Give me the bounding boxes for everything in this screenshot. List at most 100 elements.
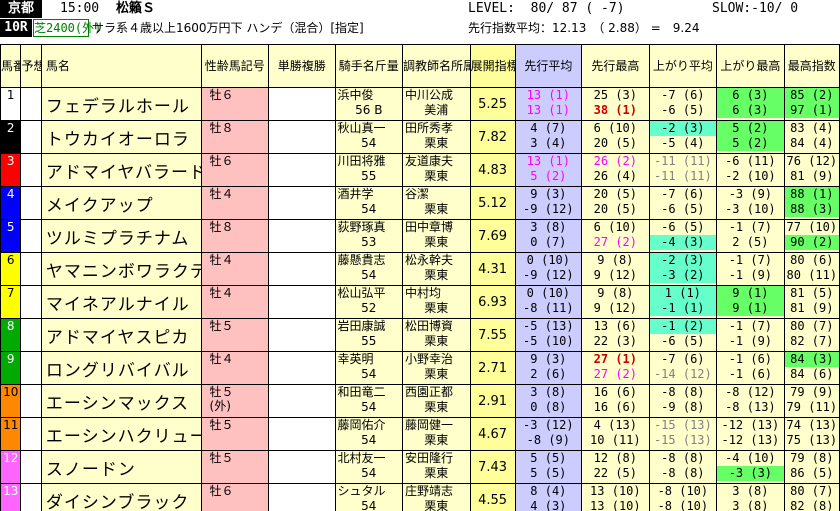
agari-max-1: -3 (9)	[728, 187, 773, 202]
horse-number: 10	[0, 384, 22, 418]
jockey-cell[interactable]: 川田将雅 55	[334, 153, 404, 187]
jockey-cell[interactable]: 松山弘平 52	[334, 285, 404, 319]
sex-age-value: 牡５	[209, 451, 234, 466]
horse-name[interactable]: スノードン	[40, 450, 202, 484]
venue-badge: 京都	[0, 0, 42, 18]
prediction-mark[interactable]	[20, 186, 42, 220]
jockey-cell[interactable]: 藤懸貴志 54	[334, 252, 404, 286]
table-row[interactable]: 12 スノードン 牡５ 北村友一 54 安田隆行 栗東 7.43 5 (5) 5 (5) 12 (8…	[0, 450, 840, 484]
header-line-1: 京都 15:00 松籟Ｓ LEVEL: 80/ 87 ( -7) SLOW:-1…	[0, 0, 840, 18]
horse-name[interactable]: ツルミプラチナム	[40, 219, 202, 253]
senko-avg: -3 (12) -8 (9)	[514, 417, 583, 451]
prediction-mark[interactable]	[20, 450, 42, 484]
prediction-mark[interactable]	[20, 483, 42, 511]
jockey-cell[interactable]: 浜中俊 56 B	[334, 87, 404, 121]
prediction-mark[interactable]	[20, 120, 42, 154]
prediction-mark[interactable]	[20, 219, 42, 253]
horse-name[interactable]: トウカイオーロラ	[40, 120, 202, 154]
max-index-2: 84 (4)	[790, 136, 834, 150]
jockey-cell[interactable]: 北村友一 54	[334, 450, 404, 484]
jockey-cell[interactable]: 酒井学 54	[334, 186, 404, 220]
header-line-2: 10R 芝2400(外) サラ系４歳以上1600万円下 ハンデ（混合）[指定] …	[0, 19, 840, 37]
jockey-name: 藤岡佑介	[337, 418, 386, 433]
trainer-cell[interactable]: 松田博資 栗東	[402, 318, 471, 352]
trainer-cell[interactable]: 庄野靖志 栗東	[402, 483, 471, 511]
agari-avg-1: -8 (8)	[661, 451, 705, 466]
prediction-mark[interactable]	[20, 285, 42, 319]
trainer-cell[interactable]: 中川公成 美浦	[402, 87, 471, 121]
table-row[interactable]: 7 マイネアルナイル 牡４ 松山弘平 52 中村均 栗東 6.93 0 (10) -8 (11) 9…	[0, 285, 840, 319]
horse-name[interactable]: アドマイヤバラード	[40, 153, 202, 187]
senko-max-1: 27 (1)	[593, 352, 638, 367]
max-index-1: 80 (7)	[790, 484, 834, 499]
table-row[interactable]: 11 エーシンハクリュー 牡５ 藤岡佑介 54 藤岡健一 栗東 4.67 -3 (12) -8 (…	[0, 417, 840, 451]
horse-name[interactable]: マイネアルナイル	[40, 285, 202, 319]
table-row[interactable]: 2 トウカイオーロラ 牡８ 秋山真一 54 田所秀孝 栗東 7.82 4 (7) 3 (4) 6 (…	[0, 120, 840, 154]
horse-name[interactable]: ダイシンブラック	[40, 483, 202, 511]
senko-avg: 13 (1) 5 (2)	[514, 153, 583, 187]
sex-age-value: 牡８	[209, 121, 234, 136]
table-row[interactable]: 6 ヤマニンボワラクテ 牡４ 藤懸貴志 54 松永幹夫 栗東 4.31 0 (10) -9 (12…	[0, 252, 840, 286]
max-index-2: 79 (11)	[786, 400, 838, 414]
table-row[interactable]: 1 フェデラルホール 牡６ 浜中俊 56 B 中川公成 美浦 5.25 13 (1) 13 (1)…	[0, 87, 840, 121]
senko-max: 16 (6) 16 (6)	[581, 384, 650, 418]
jockey-cell[interactable]: 藤岡佑介 54	[334, 417, 404, 451]
jockey-cell[interactable]: 岩田康誠 55	[334, 318, 404, 352]
horse-name[interactable]: エーシンハクリュー	[40, 417, 202, 451]
jockey-cell[interactable]: 秋山真一 54	[334, 120, 404, 154]
agari-max: 3 (8) 3 (8)	[716, 483, 785, 511]
senko-avg-1: -3 (12)	[523, 418, 574, 433]
horse-name[interactable]: アドマイヤスピカ	[40, 318, 202, 352]
trainer-cell[interactable]: 友道康夫 栗東	[402, 153, 471, 187]
agari-avg-1: -6 (5)	[661, 220, 705, 235]
table-row[interactable]: 10 エーシンマックス 牡５ (外) 和田竜二 54 西園正都 栗東 2.91 3 (8) 0 (8…	[0, 384, 840, 418]
tenkai-index: 4.67	[469, 417, 516, 451]
trainer-cell[interactable]: 谷潔 栗東	[402, 186, 471, 220]
table-row[interactable]: 9 ロングリバイバル 牡４ 幸英明 54 小野幸治 栗東 2.71 9 (3) 2 (6) 27 (…	[0, 351, 840, 385]
max-index-1: 81 (5)	[790, 286, 834, 301]
trainer-name: 友道康夫	[405, 154, 454, 169]
trainer-cell[interactable]: 田所秀孝 栗東	[402, 120, 471, 154]
jockey-cell[interactable]: 和田竜二 54	[334, 384, 404, 418]
jockey-cell[interactable]: 荻野琢真 53	[334, 219, 404, 253]
jockey-cell[interactable]: 幸英明 54	[334, 351, 404, 385]
table-row[interactable]: 13 ダイシンブラック 牡６ シュタル 54 庄野靖志 栗東 4.55 8 (4) 4 (3) 13…	[0, 483, 840, 511]
trainer-cell[interactable]: 藤岡健一 栗東	[402, 417, 471, 451]
agari-max: -8 (12) -8 (13)	[716, 384, 785, 418]
senko-max-1: 9 (8)	[597, 286, 634, 301]
jockey-weight: 54	[361, 433, 377, 447]
table-row[interactable]: 4 メイクアップ 牡４ 酒井学 54 谷潔 栗東 5.12 9 (3) -9 (12) 20 (5)…	[0, 186, 840, 220]
horse-name[interactable]: エーシンマックス	[40, 384, 202, 418]
horse-name[interactable]: フェデラルホール	[40, 87, 202, 121]
trainer-location: 栗東	[424, 202, 449, 216]
jockey-weight: 55	[361, 334, 377, 348]
prediction-mark[interactable]	[20, 417, 42, 451]
table-row[interactable]: 3 アドマイヤバラード 牡６ 川田将雅 55 友道康夫 栗東 4.83 13 (1) 5 (2) 2…	[0, 153, 840, 187]
jockey-cell[interactable]: シュタル 54	[334, 483, 404, 511]
trainer-cell[interactable]: 松永幹夫 栗東	[402, 252, 471, 286]
horse-name[interactable]: ロングリバイバル	[40, 351, 202, 385]
sex-age-value: 牡４	[209, 253, 234, 268]
prediction-mark[interactable]	[20, 252, 42, 286]
agari-avg: -2 (3) -5 (4)	[648, 120, 718, 154]
prediction-mark[interactable]	[20, 351, 42, 385]
agari-max-1: -8 (12)	[725, 385, 776, 400]
prediction-mark[interactable]	[20, 153, 42, 187]
senko-avg-1: 9 (3)	[530, 352, 567, 367]
col-max-index: 最高指数	[783, 44, 840, 88]
agari-max-2: 9 (1)	[717, 301, 784, 316]
trainer-cell[interactable]: 田中章博 栗東	[402, 219, 471, 253]
prediction-mark[interactable]	[20, 87, 42, 121]
table-row[interactable]: 8 アドマイヤスピカ 牡５ 岩田康誠 55 松田博資 栗東 7.55 -5 (13) -5 (10…	[0, 318, 840, 352]
trainer-cell[interactable]: 中村均 栗東	[402, 285, 471, 319]
prediction-mark[interactable]	[20, 318, 42, 352]
horse-number: 12	[0, 450, 22, 484]
horse-name[interactable]: ヤマニンボワラクテ	[40, 252, 202, 286]
trainer-cell[interactable]: 安田隆行 栗東	[402, 450, 471, 484]
table-row[interactable]: 5 ツルミプラチナム 牡８ 荻野琢真 53 田中章博 栗東 7.69 3 (8) 0 (7) 6 (…	[0, 219, 840, 253]
prediction-mark[interactable]	[20, 384, 42, 418]
max-index-1: 79 (8)	[790, 451, 834, 466]
horse-name[interactable]: メイクアップ	[40, 186, 202, 220]
trainer-cell[interactable]: 小野幸治 栗東	[402, 351, 471, 385]
trainer-cell[interactable]: 西園正都 栗東	[402, 384, 471, 418]
